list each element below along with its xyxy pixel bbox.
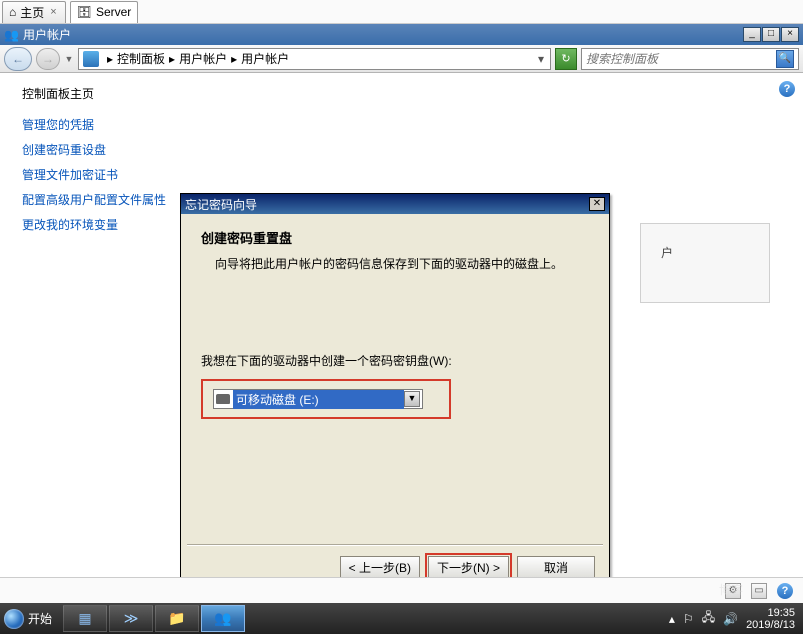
breadcrumb-separator: ▸	[165, 52, 179, 66]
taskbar-item-user-accounts[interactable]: 👥	[201, 605, 245, 632]
powershell-icon: ≫	[124, 610, 139, 627]
tray-flag-icon[interactable]: ⚐	[683, 612, 694, 626]
nav-toolbar: ← → ▼ ▸ 控制面板 ▸ 用户帐户 ▸ 用户帐户 ▾ ↻ 🔍	[0, 45, 803, 73]
taskbar: 开始 ▦ ≫ 📁 👥 ▴ ⚐ 🖧 🔊 19:35 2019/8/13	[0, 603, 803, 634]
wizard-description: 向导将把此用户帐户的密码信息保存到下面的驱动器中的磁盘上。	[215, 255, 589, 272]
forward-arrow-icon: →	[42, 52, 54, 66]
breadcrumb-user-accounts[interactable]: 用户帐户	[241, 50, 289, 67]
close-icon: ✕	[593, 198, 601, 209]
background-text-fragment: 户	[641, 224, 769, 281]
wizard-title-bar[interactable]: 忘记密码向导 ✕	[181, 194, 609, 214]
taskbar-item-explorer[interactable]: 📁	[155, 605, 199, 632]
breadcrumb-separator: ▸	[227, 52, 241, 66]
back-button[interactable]: < 上一步(B)	[340, 556, 420, 578]
close-icon[interactable]: ×	[48, 6, 58, 18]
tray-time: 19:35	[746, 607, 795, 619]
folder-icon: 📁	[168, 610, 185, 627]
minimize-button[interactable]: _	[743, 27, 761, 42]
server-icon: 🗄	[77, 5, 92, 19]
users-icon: 👥	[4, 28, 19, 42]
wizard-close-button[interactable]: ✕	[589, 197, 605, 211]
nav-back-button[interactable]: ←	[4, 47, 32, 71]
watermark-text: 博客	[719, 581, 743, 598]
sidebar-link-encryption-certs[interactable]: 管理文件加密证书	[22, 166, 172, 183]
taskbar-item-server-manager[interactable]: ▦	[63, 605, 107, 632]
wizard-title-text: 忘记密码向导	[185, 196, 257, 213]
address-bar[interactable]: ▸ 控制面板 ▸ 用户帐户 ▸ 用户帐户 ▾	[78, 48, 551, 70]
sidebar-link-env-vars[interactable]: 更改我的环境变量	[22, 216, 172, 233]
maximize-button[interactable]: □	[762, 27, 780, 42]
help-icon[interactable]: ?	[779, 81, 795, 97]
breadcrumb-user-accounts-category[interactable]: 用户帐户	[179, 50, 227, 67]
drive-combobox[interactable]: 可移动磁盘 (E:) ▼	[213, 389, 423, 409]
window-title-text: 用户帐户	[23, 26, 71, 43]
wizard-heading: 创建密码重置盘	[201, 228, 589, 247]
server-manager-icon: ▦	[78, 610, 91, 627]
search-box[interactable]: 🔍	[581, 48, 799, 70]
status-help-icon[interactable]: ?	[777, 583, 793, 599]
cancel-button[interactable]: 取消	[517, 556, 595, 578]
window-title-bar: 👥 用户帐户 _ □ ×	[0, 24, 803, 45]
tray-date: 2019/8/13	[746, 619, 795, 631]
next-button[interactable]: 下一步(N) >	[428, 556, 509, 578]
status-monitor-icon[interactable]: ▭	[751, 583, 767, 599]
removable-disk-icon	[216, 394, 230, 404]
breadcrumb-control-panel[interactable]: 控制面板	[117, 50, 165, 67]
refresh-icon: ↻	[561, 52, 570, 65]
refresh-button[interactable]: ↻	[555, 48, 577, 70]
window-close-button[interactable]: ×	[781, 27, 799, 42]
control-panel-icon	[83, 51, 99, 67]
chevron-down-icon[interactable]: ▼	[404, 391, 420, 407]
tab-server-label: Server	[96, 5, 131, 19]
tray-network-icon[interactable]: 🖧	[702, 608, 715, 629]
tab-home-label: 主页	[20, 4, 44, 21]
search-icon: 🔍	[779, 53, 791, 64]
tab-home[interactable]: ⌂ 主页 ×	[2, 1, 66, 23]
tab-server[interactable]: 🗄 Server	[70, 1, 139, 23]
tray-show-hidden-icon[interactable]: ▴	[669, 612, 675, 626]
drive-select-label: 我想在下面的驱动器中创建一个密码密钥盘(W):	[201, 352, 589, 369]
wizard-body: 创建密码重置盘 向导将把此用户帐户的密码信息保存到下面的驱动器中的磁盘上。 我想…	[181, 214, 609, 544]
windows-logo-icon	[4, 609, 24, 629]
app-tab-bar: ⌂ 主页 × 🗄 Server	[0, 0, 803, 24]
search-input[interactable]	[586, 52, 776, 66]
sidebar-link-advanced-profile[interactable]: 配置高级用户配置文件属性	[22, 191, 172, 208]
taskbar-item-powershell[interactable]: ≫	[109, 605, 153, 632]
forgot-password-wizard: 忘记密码向导 ✕ 创建密码重置盘 向导将把此用户帐户的密码信息保存到下面的驱动器…	[180, 193, 610, 593]
drive-select-highlight: 可移动磁盘 (E:) ▼	[201, 379, 451, 419]
nav-forward-button[interactable]: →	[36, 48, 60, 70]
address-dropdown-button[interactable]: ▾	[536, 52, 546, 66]
users-panel-icon: 👥	[214, 610, 231, 627]
start-label: 开始	[28, 610, 52, 627]
back-arrow-icon: ←	[12, 52, 24, 66]
sidebar: 控制面板主页 管理您的凭据 创建密码重设盘 管理文件加密证书 配置高级用户配置文…	[22, 85, 172, 241]
home-icon: ⌂	[9, 5, 16, 19]
sidebar-link-password-disk[interactable]: 创建密码重设盘	[22, 141, 172, 158]
start-button[interactable]: 开始	[0, 603, 62, 634]
bottom-status-bar: ⚙ ▭ ?	[0, 577, 803, 603]
content-area: ? 控制面板主页 管理您的凭据 创建密码重设盘 管理文件加密证书 配置高级用户配…	[0, 73, 803, 573]
drive-combobox-value: 可移动磁盘 (E:)	[233, 390, 404, 409]
tray-clock[interactable]: 19:35 2019/8/13	[746, 607, 795, 631]
tray-volume-icon[interactable]: 🔊	[723, 612, 738, 626]
search-button[interactable]: 🔍	[776, 50, 794, 68]
nav-history-dropdown[interactable]: ▼	[64, 48, 74, 70]
background-account-panel: 户	[640, 223, 770, 303]
sidebar-link-credentials[interactable]: 管理您的凭据	[22, 116, 172, 133]
breadcrumb-separator: ▸	[103, 52, 117, 66]
system-tray: ▴ ⚐ 🖧 🔊 19:35 2019/8/13	[661, 607, 803, 631]
sidebar-heading[interactable]: 控制面板主页	[22, 85, 172, 102]
